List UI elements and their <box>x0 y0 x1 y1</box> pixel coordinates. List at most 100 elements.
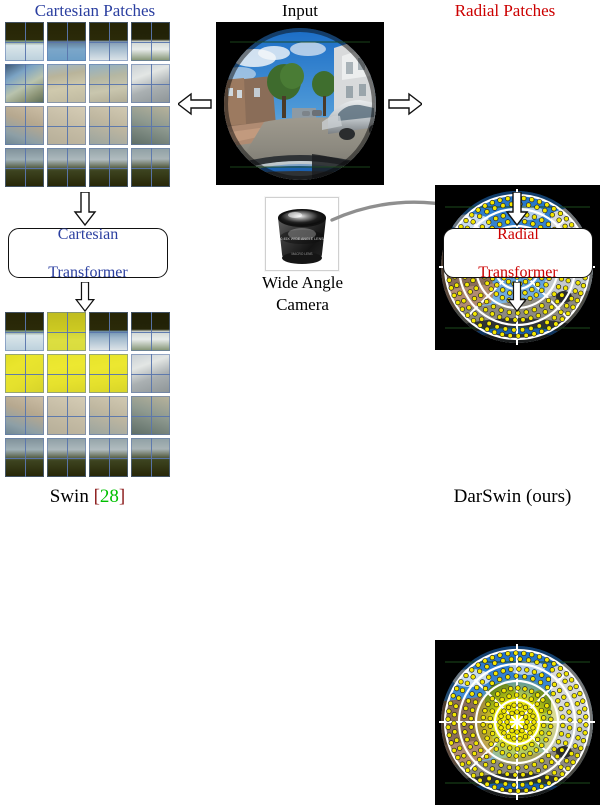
radial-token-dot <box>461 713 467 719</box>
patch-block <box>89 64 128 103</box>
radial-token-dot <box>530 676 536 682</box>
caption-swin: Swin [28] <box>0 486 175 508</box>
radial-token-dot <box>506 693 512 699</box>
radial-token-dot <box>544 657 550 663</box>
radial-token-dot <box>446 732 452 738</box>
radial-token-dot <box>481 729 488 735</box>
radial-token-dot <box>450 693 456 699</box>
radial-token-dot <box>542 309 548 315</box>
radial-token-dot <box>499 696 505 703</box>
radial-token-dot <box>528 780 534 787</box>
radial-token-dot <box>540 697 546 703</box>
radial-token-dot <box>505 650 511 657</box>
radial-token-dot <box>568 751 575 757</box>
radial-token-dot <box>479 316 485 322</box>
patch-block <box>5 312 44 351</box>
radial-token-dot <box>487 723 493 729</box>
radial-token-dot <box>562 740 569 746</box>
radial-transformer-box[interactable]: Radial Transformer <box>443 225 593 281</box>
radial-token-dot <box>456 695 462 701</box>
radial-token-dot <box>539 287 545 294</box>
radial-token-dot <box>570 759 576 765</box>
radial-token-dot <box>482 203 488 209</box>
radial-token-dot <box>559 316 565 322</box>
radial-token-dot <box>451 712 458 718</box>
radial-token-dot <box>544 684 551 691</box>
radial-transformer-line1: Radial <box>497 225 539 243</box>
radial-token-dot <box>531 786 537 792</box>
radial-token-dot <box>522 745 528 751</box>
patch-block <box>5 64 44 103</box>
patch-block <box>131 312 170 351</box>
radial-token-dot <box>497 719 503 725</box>
radial-token-dot <box>565 277 571 284</box>
radial-token-dot <box>521 650 527 656</box>
radial-token-dot <box>551 746 557 752</box>
radial-token-dot <box>498 713 504 719</box>
radial-token-dot <box>470 732 476 738</box>
radial-token-dot <box>542 207 548 214</box>
radial-token-dot <box>508 666 514 672</box>
radial-token-dot <box>466 305 472 311</box>
radial-token-dot <box>463 705 469 712</box>
patch-block <box>5 106 44 145</box>
radial-token-dot <box>489 654 495 661</box>
radial-token-dot <box>520 772 526 778</box>
radial-token-dot <box>531 719 537 725</box>
radial-token-dot <box>556 672 562 678</box>
radial-token-dot <box>562 678 568 684</box>
radial-token-dot <box>583 714 589 720</box>
title-radial-patches: Radial Patches <box>454 1 556 20</box>
patch-block <box>131 64 170 103</box>
radial-token-dot <box>525 657 532 663</box>
radial-token-dot <box>570 304 576 310</box>
radial-token-dot <box>531 669 538 675</box>
radial-token-dot <box>448 285 454 291</box>
radial-token-dot <box>523 714 529 720</box>
radial-token-dot <box>528 696 534 702</box>
radial-token-dot <box>489 695 495 702</box>
radial-token-dot <box>507 788 513 794</box>
radial-token-dot <box>558 309 564 315</box>
radial-token-dot <box>446 708 452 714</box>
radial-token-dot <box>517 656 523 662</box>
radial-token-dot <box>517 702 523 708</box>
radial-token-dot <box>522 704 529 710</box>
radial-token-dot <box>470 772 477 779</box>
radial-token-dot <box>464 281 470 288</box>
radial-token-dot <box>499 750 506 756</box>
radial-token-dot <box>542 764 548 770</box>
radial-token-dot <box>515 685 521 691</box>
radial-token-dot <box>461 721 467 727</box>
radial-token-dot <box>571 693 577 699</box>
radial-token-dot <box>582 706 588 712</box>
patch-block <box>131 438 170 477</box>
radial-token-dot <box>574 752 580 759</box>
radial-token-dot <box>512 772 518 778</box>
radial-token-dot <box>451 292 457 299</box>
radial-token-dot <box>517 736 523 742</box>
caption-reference-number[interactable]: 28 <box>100 486 119 507</box>
radial-token-dot <box>543 282 549 288</box>
arrow-down-radial-transformer-to-output <box>505 282 529 312</box>
radial-token-dot <box>451 747 457 754</box>
radial-token-dot <box>558 731 565 737</box>
radial-token-dot <box>476 301 483 308</box>
patch-block <box>47 148 86 187</box>
radial-token-dot <box>528 770 534 776</box>
radial-token-dot <box>497 676 503 683</box>
radial-token-dot <box>445 724 451 730</box>
cartesian-transformer-box[interactable]: Cartesian Transformer <box>8 226 168 281</box>
radial-token-dot <box>583 722 589 728</box>
radial-token-dot <box>470 674 476 680</box>
radial-token-dot <box>482 307 489 313</box>
radial-token-dot <box>528 688 535 694</box>
radial-token-dot <box>551 206 557 212</box>
radial-token-dot <box>505 714 511 720</box>
radial-token-dot <box>451 720 457 726</box>
radial-token-dot <box>539 217 545 223</box>
radial-token-dot <box>575 280 581 286</box>
radial-token-dot <box>482 708 488 714</box>
darswin-attention-image <box>435 640 600 805</box>
patch-block <box>89 22 128 61</box>
